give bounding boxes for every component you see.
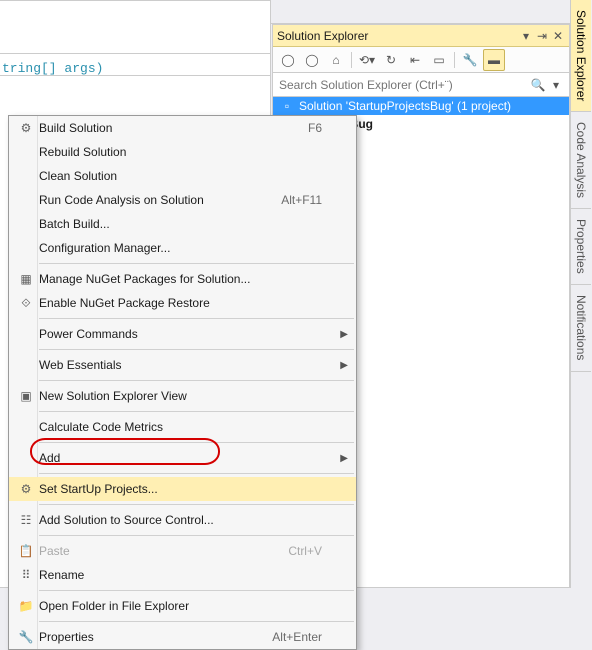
menu-item[interactable]: Configuration Manager... [9, 236, 356, 260]
menu-item-shortcut: Ctrl+V [288, 544, 328, 558]
solution-node[interactable]: ▫ Solution 'StartupProjectsBug' (1 proje… [273, 97, 569, 115]
menu-item-label: Add [39, 451, 328, 465]
submenu-arrow-icon: ▶ [340, 329, 348, 340]
properties-icon[interactable]: 🔧 [459, 49, 481, 71]
menu-item-label: Rebuild Solution [39, 145, 328, 159]
menu-item-label: Build Solution [39, 121, 308, 135]
menu-item[interactable]: Web Essentials ▶ [9, 353, 356, 377]
build-icon: ⚙ [13, 121, 39, 135]
tab-properties[interactable]: Properties [571, 209, 591, 285]
menu-item-label: Configuration Manager... [39, 241, 328, 255]
menu-item[interactable]: ⚙Set StartUp Projects... [9, 477, 356, 501]
back-icon[interactable]: ◯ [277, 49, 299, 71]
collapse-icon[interactable]: ⇤ [404, 49, 426, 71]
solution-explorer-titlebar: Solution Explorer ▾ ⇥ ✕ [273, 25, 569, 47]
submenu-arrow-icon: ▶ [340, 360, 348, 371]
paste-icon: 📋 [13, 544, 39, 558]
panel-title: Solution Explorer [277, 29, 517, 43]
tab-solution-explorer[interactable]: Solution Explorer [571, 0, 591, 112]
rename-icon: ⠿ [13, 568, 39, 582]
wrench-icon: 🔧 [13, 630, 39, 644]
restore-icon: ⟐ [13, 296, 39, 311]
menu-item[interactable]: Run Code Analysis on SolutionAlt+F11 [9, 188, 356, 212]
menu-item-label: Batch Build... [39, 217, 328, 231]
solution-explorer-search[interactable]: 🔍 ▾ [273, 73, 569, 97]
menu-item-shortcut: Alt+Enter [272, 630, 328, 644]
menu-item-label: Web Essentials [39, 358, 328, 372]
menu-item-label: Power Commands [39, 327, 328, 341]
menu-item-label: Open Folder in File Explorer [39, 599, 328, 613]
forward-icon[interactable]: ◯ [301, 49, 323, 71]
submenu-arrow-icon: ▶ [340, 453, 348, 464]
menu-item[interactable]: ⠿Rename [9, 563, 356, 587]
menu-item[interactable]: Clean Solution [9, 164, 356, 188]
menu-item-label: New Solution Explorer View [39, 389, 328, 403]
menu-item[interactable]: 📁Open Folder in File Explorer [9, 594, 356, 618]
menu-item[interactable]: ▦Manage NuGet Packages for Solution... [9, 267, 356, 291]
refresh-icon[interactable]: ↻ [380, 49, 402, 71]
menu-item-shortcut: F6 [308, 121, 328, 135]
menu-item-label: Set StartUp Projects... [39, 482, 328, 496]
menu-item: 📋PasteCtrl+V [9, 539, 356, 563]
menu-item-shortcut: Alt+F11 [281, 193, 328, 207]
menu-item-label: Paste [39, 544, 288, 558]
menu-item[interactable]: ☷Add Solution to Source Control... [9, 508, 356, 532]
menu-item[interactable]: ⟐Enable NuGet Package Restore [9, 291, 356, 315]
close-icon[interactable]: ✕ [551, 29, 565, 43]
menu-item[interactable]: Calculate Code Metrics [9, 415, 356, 439]
menu-item[interactable]: Rebuild Solution [9, 140, 356, 164]
solution-icon: ▫ [279, 99, 295, 113]
newview-icon: ▣ [13, 389, 39, 403]
code-line: tring[] args) [0, 61, 103, 76]
menu-item-label: Run Code Analysis on Solution [39, 193, 281, 207]
scc-icon: ☷ [13, 513, 39, 527]
preview-icon[interactable]: ▬ [483, 49, 505, 71]
tab-code-analysis[interactable]: Code Analysis [571, 112, 591, 209]
menu-item-label: Manage NuGet Packages for Solution... [39, 272, 328, 286]
menu-item[interactable]: Batch Build... [9, 212, 356, 236]
menu-item[interactable]: ⚙Build SolutionF6 [9, 116, 356, 140]
menu-item-label: Properties [39, 630, 272, 644]
menu-item-label: Add Solution to Source Control... [39, 513, 328, 527]
side-tab-strip: Solution Explorer Code Analysis Properti… [570, 0, 592, 588]
menu-item-label: Enable NuGet Package Restore [39, 296, 328, 310]
search-input[interactable] [277, 77, 529, 93]
window-position-icon[interactable]: ▾ [519, 29, 533, 43]
menu-item[interactable]: ▣New Solution Explorer View [9, 384, 356, 408]
search-options-icon[interactable]: ▾ [547, 78, 565, 92]
menu-item-label: Calculate Code Metrics [39, 420, 328, 434]
home-icon[interactable]: ⌂ [325, 49, 347, 71]
menu-item[interactable]: Add ▶ [9, 446, 356, 470]
menu-item-label: Clean Solution [39, 169, 328, 183]
search-icon[interactable]: 🔍 [529, 78, 547, 92]
solution-explorer-toolbar: ◯ ◯ ⌂ ⟲▾ ↻ ⇤ ▭ 🔧 ▬ [273, 47, 569, 73]
pin-icon[interactable]: ⇥ [535, 29, 549, 43]
tab-notifications[interactable]: Notifications [571, 285, 591, 371]
menu-item[interactable]: Power Commands ▶ [9, 322, 356, 346]
solution-context-menu: ⚙Build SolutionF6Rebuild SolutionClean S… [8, 115, 357, 650]
folder-icon: 📁 [13, 599, 39, 613]
sync-icon[interactable]: ⟲▾ [356, 49, 378, 71]
menu-item[interactable]: 🔧PropertiesAlt+Enter [9, 625, 356, 649]
gear-icon: ⚙ [13, 482, 39, 496]
show-all-icon[interactable]: ▭ [428, 49, 450, 71]
nuget-icon: ▦ [13, 272, 39, 286]
solution-label: Solution 'StartupProjectsBug' (1 project… [299, 99, 511, 113]
menu-item-label: Rename [39, 568, 328, 582]
